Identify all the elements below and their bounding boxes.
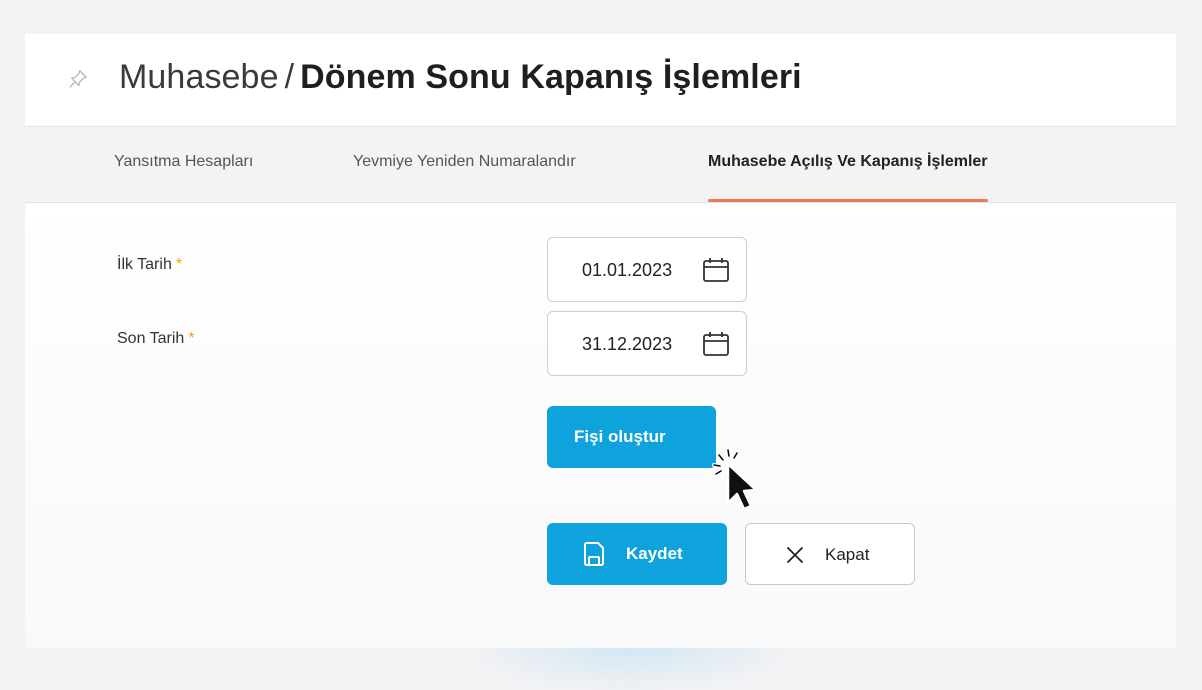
tab-muhasebe-acilis-kapanis[interactable]: Muhasebe Açılış Ve Kapanış İşlemler: [708, 127, 988, 202]
save-label: Kaydet: [626, 544, 683, 563]
save-button[interactable]: Kaydet: [547, 523, 727, 585]
start-date-label-text: İlk Tarih: [117, 256, 172, 273]
close-label: Kapat: [825, 545, 870, 564]
breadcrumb-parent[interactable]: Muhasebe: [119, 58, 279, 96]
end-date-label-text: Son Tarih: [117, 330, 185, 347]
start-date-field[interactable]: 01.01.2023: [547, 237, 747, 302]
page-header: Muhasebe / Dönem Sonu Kapanış İşlemleri: [25, 34, 1176, 127]
tab-bar: Yansıtma Hesapları Yevmiye Yeniden Numar…: [25, 127, 1176, 203]
main-window: Muhasebe / Dönem Sonu Kapanış İşlemleri Ya…: [25, 34, 1176, 648]
required-marker: *: [188, 330, 195, 347]
end-date-field[interactable]: 31.12.2023: [547, 311, 747, 376]
breadcrumb-current: Dönem Sonu Kapanış İşlemleri: [300, 58, 802, 96]
page-title: Muhasebe / Dönem Sonu Kapanış İşlemleri: [119, 58, 802, 97]
pin-icon[interactable]: [67, 68, 89, 90]
calendar-icon[interactable]: [702, 331, 730, 357]
close-button[interactable]: Kapat: [745, 523, 915, 585]
save-icon: [584, 542, 604, 566]
create-voucher-label: Fişi oluştur: [574, 427, 666, 446]
create-voucher-button[interactable]: Fişi oluştur: [547, 406, 716, 468]
calendar-icon[interactable]: [702, 257, 730, 283]
start-date-label: İlk Tarih *: [117, 256, 182, 274]
close-icon: [787, 547, 803, 563]
end-date-value[interactable]: 31.12.2023: [582, 334, 672, 355]
breadcrumb-separator: /: [284, 58, 295, 96]
tab-yansitma-hesaplari[interactable]: Yansıtma Hesapları: [114, 127, 253, 202]
end-date-label: Son Tarih *: [117, 330, 195, 348]
tab-yevmiye-yeniden-numaralandir[interactable]: Yevmiye Yeniden Numaralandır: [353, 127, 576, 202]
mouse-cursor-icon: [712, 448, 758, 511]
start-date-value[interactable]: 01.01.2023: [582, 260, 672, 281]
required-marker: *: [175, 256, 183, 273]
